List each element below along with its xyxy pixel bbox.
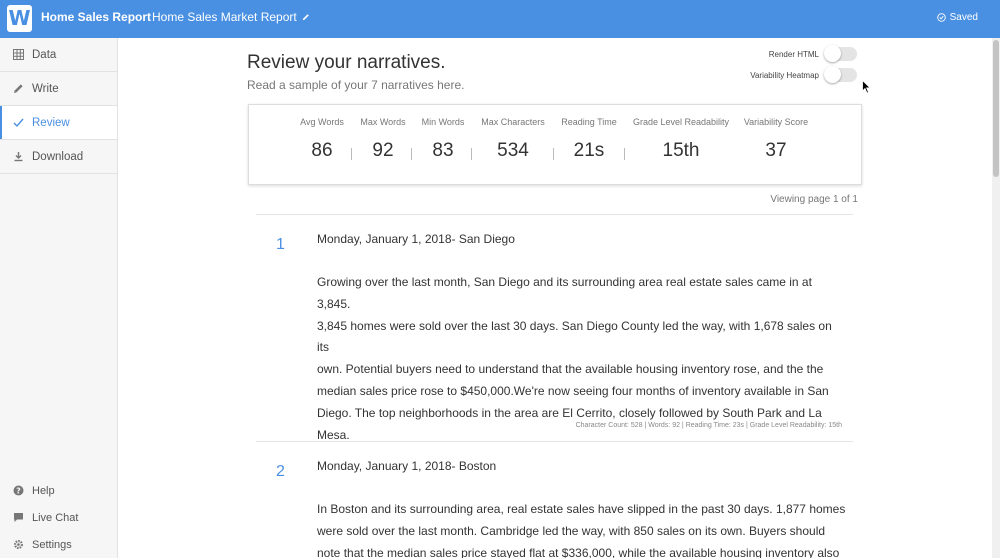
live-chat-link[interactable]: Live Chat xyxy=(0,504,118,531)
narrative-line: Growing over the last month, San Diego a… xyxy=(317,275,812,311)
stat-value: 15th xyxy=(662,140,700,161)
narrative-line: were sold over the last month. Cambridge… xyxy=(317,523,826,538)
document-title-text[interactable]: Home Sales Market Report xyxy=(152,10,297,24)
top-bar: W Home Sales Report Home Sales Market Re… xyxy=(0,0,1000,38)
narrative-line: median sales price rose to $450,000.We'r… xyxy=(317,383,829,398)
app-logo[interactable]: W xyxy=(7,5,32,32)
mouse-cursor-icon xyxy=(862,80,872,94)
divider xyxy=(256,214,853,215)
edit-pencil-icon[interactable] xyxy=(302,13,310,21)
pagination-status: Viewing page 1 of 1 xyxy=(770,194,858,205)
stat-divider xyxy=(624,148,625,160)
narrative-heading: Monday, January 1, 2018- San Diego xyxy=(317,232,515,246)
app-title[interactable]: Home Sales Report xyxy=(41,10,151,24)
page-subtitle: Read a sample of your 7 narratives here. xyxy=(247,78,465,92)
help-label: Help xyxy=(32,484,55,497)
sidebar: Data Write Review Download ? Help Live C xyxy=(0,38,118,558)
settings-link[interactable]: Settings xyxy=(0,531,118,558)
render-html-label: Render HTML xyxy=(768,49,819,59)
stat-divider xyxy=(553,148,554,160)
main-content: Review your narratives. Read a sample of… xyxy=(119,38,992,558)
divider xyxy=(256,441,853,442)
narrative-number: 2 xyxy=(276,463,285,480)
narrative-body: Growing over the last month, San Diego a… xyxy=(317,272,847,446)
check-circle-icon xyxy=(936,13,946,22)
sidebar-item-review[interactable]: Review xyxy=(0,106,117,140)
svg-text:?: ? xyxy=(16,486,21,495)
narrative-line: In Boston and its surrounding area, real… xyxy=(317,502,846,516)
grid-icon xyxy=(12,49,24,61)
gear-icon xyxy=(12,539,24,551)
sidebar-item-data[interactable]: Data xyxy=(0,38,117,72)
stat-divider xyxy=(351,148,352,160)
toggle-knob xyxy=(824,45,841,62)
live-chat-label: Live Chat xyxy=(32,511,79,524)
stat-value: 37 xyxy=(765,140,787,161)
narrative-line: 3,845 homes were sold over the last 30 d… xyxy=(317,318,832,355)
sidebar-item-label: Data xyxy=(32,48,57,61)
stat-label: Avg Words xyxy=(300,117,344,127)
saved-status: Saved xyxy=(936,12,978,23)
saved-label: Saved xyxy=(949,12,978,23)
stat-label: Reading Time xyxy=(561,117,617,127)
narrative-line: own. Potential buyers need to understand… xyxy=(317,362,824,377)
toggle-knob xyxy=(824,66,841,83)
pencil-icon xyxy=(12,83,24,95)
sidebar-item-download[interactable]: Download xyxy=(0,140,117,174)
variability-heatmap-toggle[interactable] xyxy=(824,66,857,83)
narrative-body: In Boston and its surrounding area, real… xyxy=(317,499,847,558)
scrollbar-thumb[interactable] xyxy=(993,40,999,177)
narrative-heading: Monday, January 1, 2018- Boston xyxy=(317,459,497,473)
stat-variability-score: Variability Score 37 xyxy=(735,105,817,162)
narrative-stats: Character Count: 528 | Words: 92 | Readi… xyxy=(575,422,842,429)
stat-label: Max Characters xyxy=(481,117,545,127)
stat-label: Variability Score xyxy=(743,117,809,127)
stat-avg-words: Avg Words 86 xyxy=(291,105,353,162)
render-html-toggle-row: Render HTML xyxy=(768,45,857,62)
stat-value: 83 xyxy=(432,140,454,161)
variability-heatmap-toggle-row: Variability Heatmap xyxy=(750,66,857,83)
page-title: Review your narratives. xyxy=(247,52,446,73)
stat-min-words: Min Words 83 xyxy=(413,105,473,162)
download-icon xyxy=(12,151,24,163)
chat-icon xyxy=(12,512,24,524)
stat-label: Min Words xyxy=(421,117,465,127)
stat-value: 86 xyxy=(311,140,333,161)
stat-grade-level: Grade Level Readability 15th xyxy=(627,105,735,162)
stat-value: 92 xyxy=(372,140,394,161)
stat-value: 21s xyxy=(573,140,605,161)
narrative-line: note that the median sales price stayed … xyxy=(317,545,840,558)
help-link[interactable]: ? Help xyxy=(0,477,118,504)
check-icon xyxy=(12,117,24,129)
sidebar-item-label: Download xyxy=(32,150,84,163)
stat-label: Grade Level Readability xyxy=(632,117,730,127)
sidebar-bottom-menu: ? Help Live Chat Settings xyxy=(0,477,118,558)
variability-heatmap-label: Variability Heatmap xyxy=(750,70,819,80)
stats-panel: Avg Words 86 Max Words 92 Min Words 83 M… xyxy=(248,104,862,185)
help-icon: ? xyxy=(12,485,24,497)
stat-value: 534 xyxy=(497,140,529,161)
settings-label: Settings xyxy=(32,538,72,551)
render-html-toggle[interactable] xyxy=(824,45,857,62)
stat-divider xyxy=(411,148,412,160)
stat-max-words: Max Words 92 xyxy=(353,105,413,162)
sidebar-item-label: Review xyxy=(32,116,70,129)
sidebar-item-label: Write xyxy=(32,82,59,95)
narrative-number: 1 xyxy=(276,236,285,253)
stat-max-characters: Max Characters 534 xyxy=(473,105,553,162)
stat-divider xyxy=(471,148,472,160)
stat-label: Max Words xyxy=(360,117,406,127)
stat-reading-time: Reading Time 21s xyxy=(555,105,623,162)
document-title[interactable]: Home Sales Market Report xyxy=(152,10,310,24)
sidebar-item-write[interactable]: Write xyxy=(0,72,117,106)
